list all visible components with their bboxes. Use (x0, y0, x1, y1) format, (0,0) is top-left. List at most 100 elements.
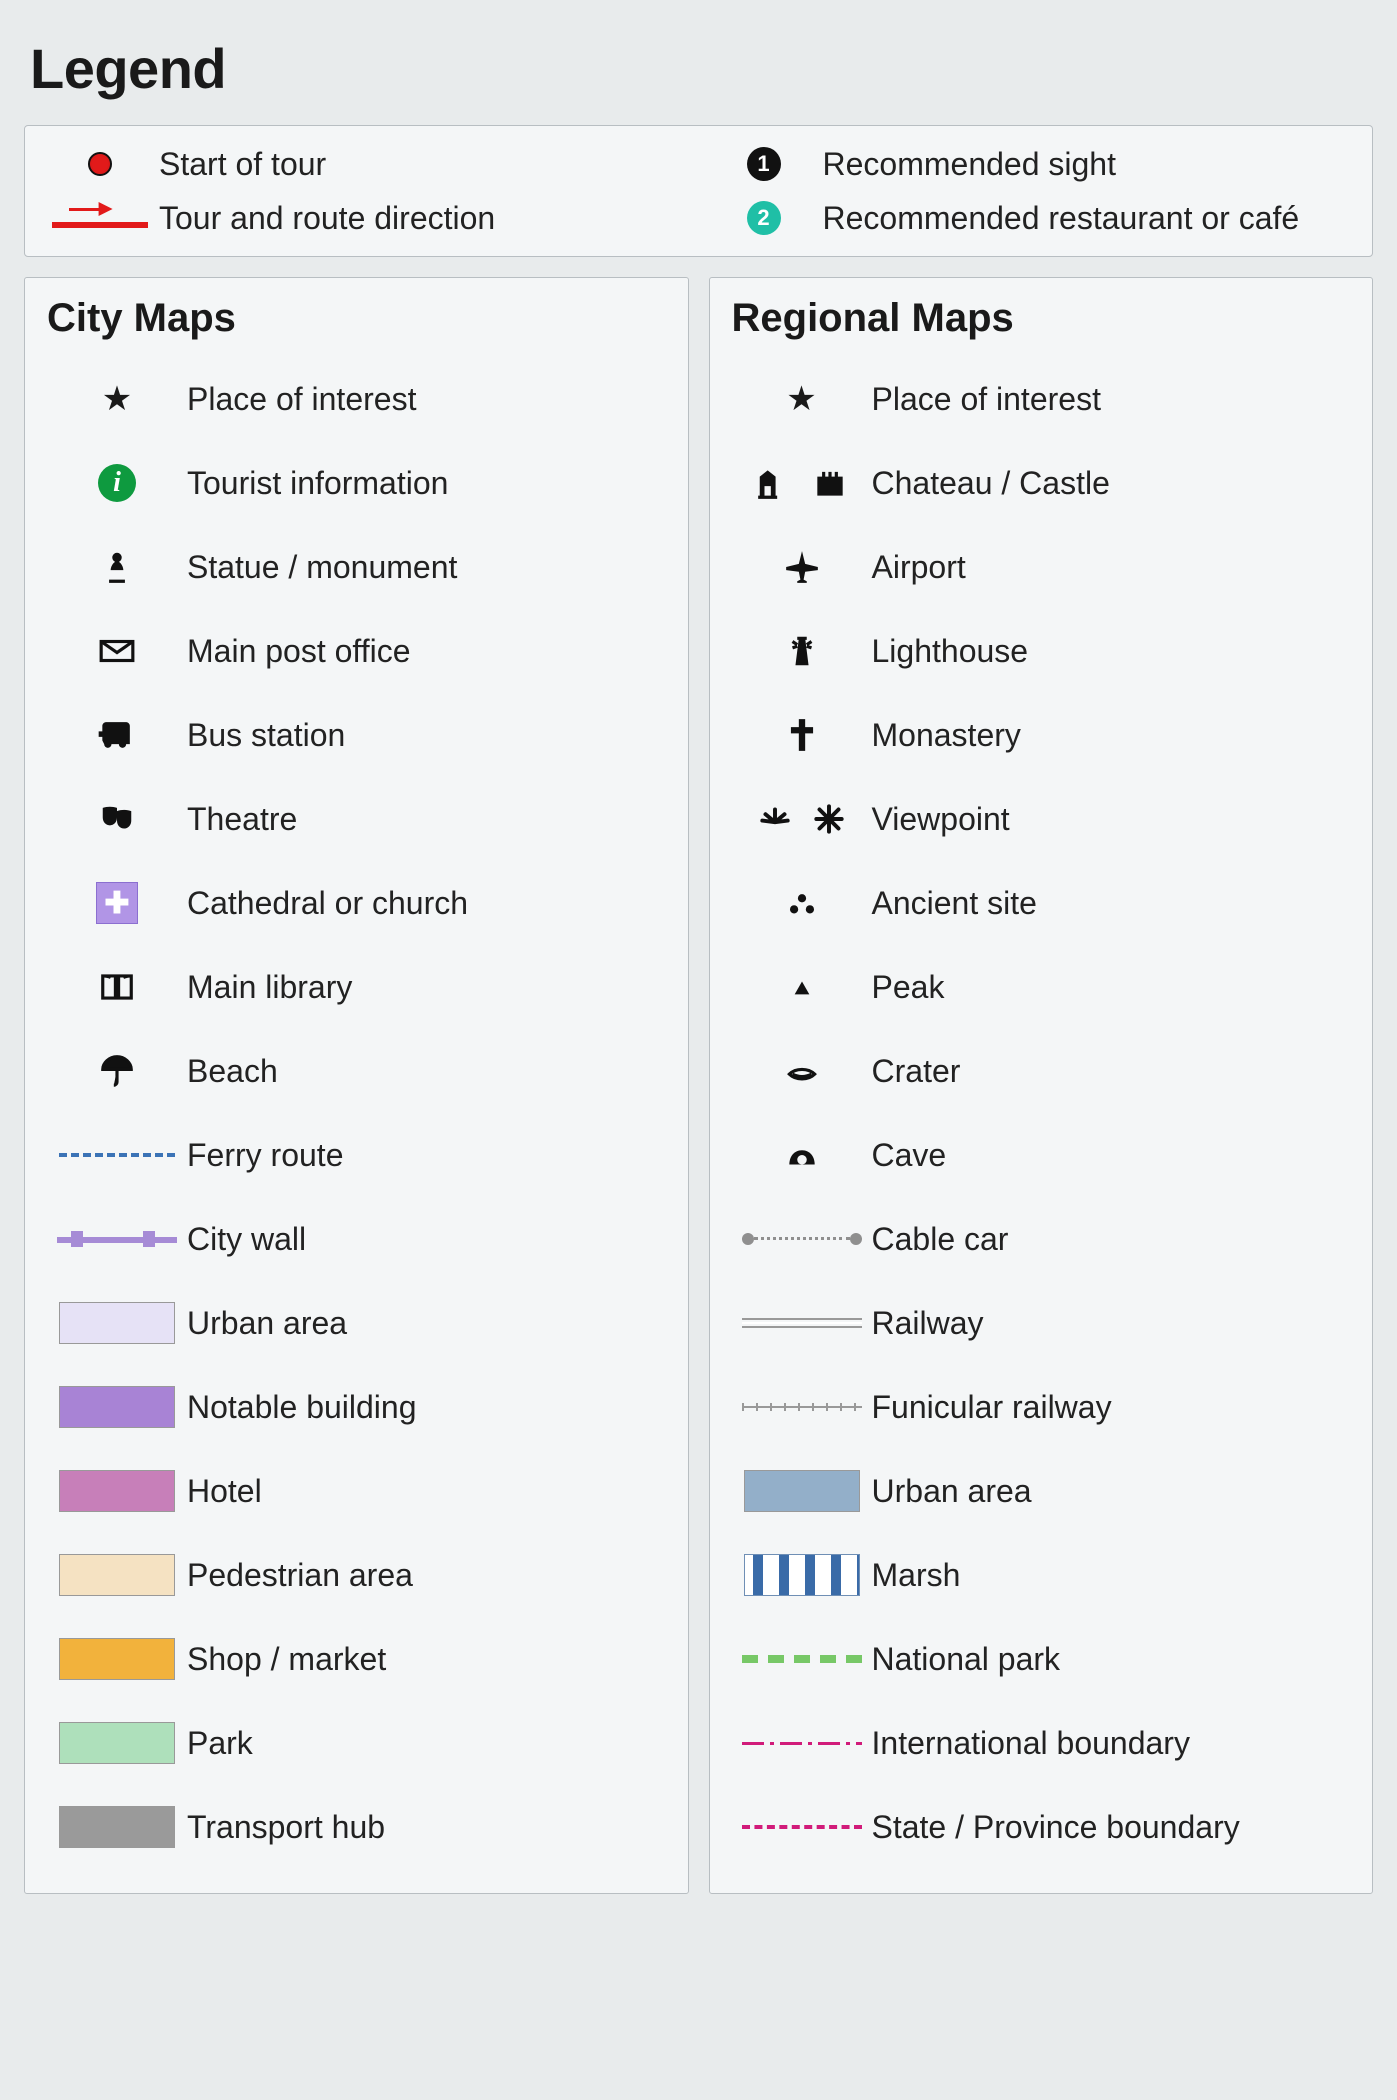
marsh-icon-cell (732, 1554, 872, 1596)
peak-icon (791, 976, 813, 998)
beach-icon-cell (47, 1052, 187, 1090)
legend-label: Pedestrian area (187, 1555, 413, 1595)
panel-heading: City Maps (47, 296, 666, 341)
legend-item: iTourist information (47, 441, 666, 525)
railway-icon-cell (732, 1318, 872, 1328)
legend-label: Transport hub (187, 1807, 385, 1847)
star-icon: ★ (102, 379, 132, 419)
top-legend-box: Start of tour Tour and route direction 1… (24, 125, 1373, 257)
start-of-tour-icon (45, 144, 155, 184)
recommended-restaurant-icon: 2 (709, 198, 819, 238)
airport-icon (783, 548, 821, 586)
legend-label: Cave (872, 1135, 947, 1175)
legend-item: Park (47, 1701, 666, 1785)
national-park-icon (742, 1655, 862, 1663)
legend-item: Main library (47, 945, 666, 1029)
color-swatch-icon (59, 1302, 175, 1344)
star-icon-cell: ★ (47, 379, 187, 419)
legend-label: Recommended restaurant or café (823, 198, 1300, 238)
swatch-icon-cell (47, 1554, 187, 1596)
legend-item: Shop / market (47, 1617, 666, 1701)
legend-label: City wall (187, 1219, 306, 1259)
legend-label: Ferry route (187, 1135, 343, 1175)
color-swatch-icon (59, 1806, 175, 1848)
legend-item: ★Place of interest (47, 357, 666, 441)
legend-item: Railway (732, 1281, 1351, 1365)
panel-heading: Regional Maps (732, 296, 1351, 341)
monastery-icon-cell (732, 716, 872, 754)
legend-item: 2 Recommended restaurant or café (709, 198, 1353, 238)
airport-icon-cell (732, 548, 872, 586)
cablecar-icon-cell (732, 1232, 872, 1246)
legend-item: Notable building (47, 1365, 666, 1449)
funicular-icon (742, 1403, 862, 1411)
swatch-icon-cell (47, 1302, 187, 1344)
ferry-route-icon (59, 1153, 175, 1157)
color-swatch-icon (59, 1470, 175, 1512)
legend-label: Cathedral or church (187, 883, 468, 923)
legend-item: Pedestrian area (47, 1533, 666, 1617)
legend-item: National park (732, 1617, 1351, 1701)
legend-label: Railway (872, 1303, 984, 1343)
legend-label: Bus station (187, 715, 345, 755)
swatch-icon-cell (47, 1806, 187, 1848)
legend-label: Hotel (187, 1471, 262, 1511)
legend-label: Park (187, 1723, 253, 1763)
marsh-icon (744, 1554, 860, 1596)
citywall-icon-cell (47, 1231, 187, 1247)
swatch-icon-cell (47, 1722, 187, 1764)
international-boundary-icon (742, 1739, 862, 1747)
cave-icon-cell (732, 1136, 872, 1174)
legend-item: Lighthouse (732, 609, 1351, 693)
legend-item: Viewpoint (732, 777, 1351, 861)
color-swatch-icon (59, 1386, 175, 1428)
post-icon-cell (47, 632, 187, 670)
swatch-icon-cell (47, 1638, 187, 1680)
swatch-icon-cell (47, 1386, 187, 1428)
legend-label: Cable car (872, 1219, 1009, 1259)
library-icon (98, 968, 136, 1006)
legend-item: Ferry route (47, 1113, 666, 1197)
color-swatch-icon (744, 1470, 860, 1512)
statue-icon (98, 548, 136, 586)
legend-label: Funicular railway (872, 1387, 1112, 1427)
legend-label: Main post office (187, 631, 411, 671)
regional-maps-panel: Regional Maps ★Place of interestChateau … (709, 277, 1374, 1894)
legend-item: Airport (732, 525, 1351, 609)
legend-label: Tourist information (187, 463, 448, 503)
legend-item: Statue / monument (47, 525, 666, 609)
legend-label: Recommended sight (823, 144, 1116, 184)
stateb-icon-cell (732, 1825, 872, 1829)
legend-label: Viewpoint (872, 799, 1010, 839)
crater-icon (783, 1052, 821, 1090)
top-col-right: 1 Recommended sight 2 Recommended restau… (709, 144, 1353, 238)
legend-label: Crater (872, 1051, 961, 1091)
legend-label: Statue / monument (187, 547, 457, 587)
library-icon-cell (47, 968, 187, 1006)
lighthouse-icon-cell (732, 632, 872, 670)
railway-icon (742, 1318, 862, 1328)
legend-item: Funicular railway (732, 1365, 1351, 1449)
legend-label: International boundary (872, 1723, 1190, 1763)
legend-item: Urban area (47, 1281, 666, 1365)
star-icon: ★ (786, 379, 816, 419)
viewpoint-icon-cell (732, 800, 872, 838)
city-maps-panel: City Maps ★Place of interestiTourist inf… (24, 277, 689, 1894)
color-swatch-icon (59, 1722, 175, 1764)
post-office-icon (98, 632, 136, 670)
legend-label: Beach (187, 1051, 278, 1091)
legend-item: 1 Recommended sight (709, 144, 1353, 184)
legend-item: Cable car (732, 1197, 1351, 1281)
cable-car-icon (742, 1232, 862, 1246)
ancient-icon-cell (732, 884, 872, 922)
top-col-left: Start of tour Tour and route direction (45, 144, 689, 238)
theatre-icon (98, 800, 136, 838)
legend-label: Urban area (187, 1303, 347, 1343)
bus-icon-cell (47, 713, 187, 757)
legend-label: Tour and route direction (159, 198, 495, 238)
legend-item: Tour and route direction (45, 198, 689, 238)
peak-icon-cell (732, 976, 872, 998)
legend-item: State / Province boundary (732, 1785, 1351, 1869)
legend-label: Monastery (872, 715, 1021, 755)
legend-item: Crater (732, 1029, 1351, 1113)
